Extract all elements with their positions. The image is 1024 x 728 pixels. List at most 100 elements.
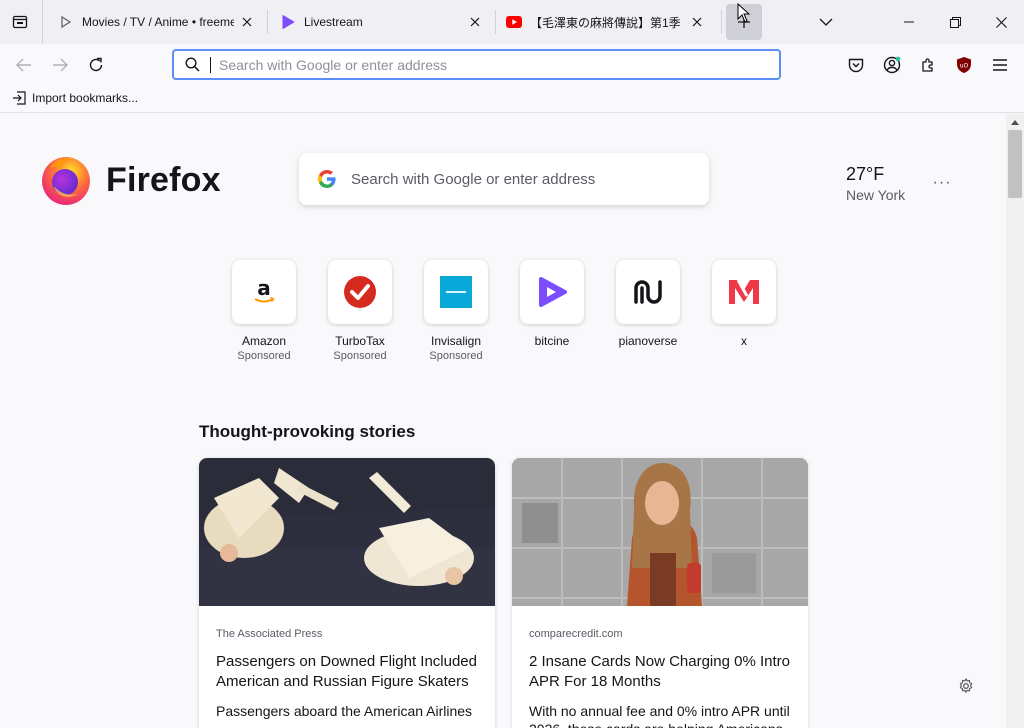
restore-icon: [949, 16, 961, 28]
shortcut-sponsored-label: Sponsored: [333, 350, 387, 362]
weather-widget[interactable]: 27°F New York: [846, 164, 905, 203]
shortcut-invisalign[interactable]: Invisalign Sponsored: [424, 260, 488, 362]
weather-temperature: 27°F: [846, 164, 885, 184]
reload-button[interactable]: [80, 49, 112, 81]
list-all-tabs-button[interactable]: [803, 0, 849, 44]
menu-button[interactable]: [984, 49, 1016, 81]
story-excerpt: Passengers aboard the American Airlines: [216, 703, 473, 719]
forward-arrow-icon: [53, 58, 68, 72]
story-excerpt: With no annual fee and 0% intro APR unti…: [529, 703, 790, 728]
close-icon[interactable]: [688, 13, 706, 31]
close-icon[interactable]: [238, 13, 256, 31]
amazon-icon: a: [254, 279, 275, 303]
shortcut-name: x: [741, 334, 747, 348]
firefox-logo-icon: [42, 157, 90, 205]
close-icon[interactable]: [466, 13, 484, 31]
shortcut-name: bitcine: [534, 334, 570, 348]
shortcut-tile[interactable]: [424, 260, 488, 324]
hamburger-icon: [993, 59, 1007, 71]
mouse-cursor-icon: [737, 3, 751, 23]
pocket-button[interactable]: [840, 49, 872, 81]
minimize-button[interactable]: [886, 0, 932, 44]
caret-up-icon: [1011, 119, 1019, 125]
search-placeholder: Search with Google or enter address: [351, 170, 596, 188]
tab-movies[interactable]: Movies / TV / Anime • freemedi: [46, 4, 264, 40]
back-arrow-icon: [16, 58, 31, 72]
tab-youtube[interactable]: 【毛澤東の麻將傳說】第1季 主: [494, 4, 714, 40]
extensions-button[interactable]: [912, 49, 944, 81]
story-source: The Associated Press: [216, 628, 323, 640]
bitcine-icon: [539, 277, 567, 307]
google-icon: [318, 170, 336, 188]
new-tab-page: Firefox Search with Google or enter addr…: [0, 114, 1006, 728]
weather-more-button[interactable]: ···: [928, 172, 956, 194]
back-button[interactable]: [8, 49, 40, 81]
shortcut-tile[interactable]: [712, 260, 776, 324]
search-icon: [174, 57, 210, 72]
puzzle-icon: [922, 58, 933, 72]
url-input[interactable]: [210, 56, 750, 73]
story-image: [199, 458, 495, 606]
scrollbar-thumb[interactable]: [1008, 130, 1022, 198]
shortcuts-grid: a Amazon Sponsored TurboTax Sponsored In…: [232, 260, 808, 362]
gear-icon: [959, 678, 973, 693]
firefox-view-button[interactable]: [4, 6, 36, 38]
story-image: [512, 458, 808, 606]
personalize-button[interactable]: [956, 676, 976, 696]
tab-strip: Movies / TV / Anime • freemedi Livestrea…: [0, 0, 1024, 44]
play-outline-icon: [58, 14, 74, 30]
forward-button[interactable]: [44, 49, 76, 81]
svg-text:a: a: [257, 279, 271, 300]
tab-label: Movies / TV / Anime • freemedi: [82, 15, 234, 29]
shortcut-tile[interactable]: a: [232, 260, 296, 324]
scroll-up-button[interactable]: [1006, 114, 1024, 130]
shortcut-sponsored-label: Sponsored: [237, 350, 291, 362]
vertical-scrollbar[interactable]: [1006, 114, 1024, 728]
newtab-search-box[interactable]: Search with Google or enter address: [299, 153, 709, 205]
pianoverse-icon: [634, 280, 662, 304]
pocket-icon: [848, 58, 864, 72]
youtube-icon: [506, 14, 522, 30]
tab-label: 【毛澤東の麻將傳說】第1季 主: [530, 15, 684, 30]
shortcut-x[interactable]: x: [712, 260, 776, 362]
import-bookmarks-label: Import bookmarks...: [32, 91, 139, 105]
brand-wordmark: Firefox: [106, 160, 221, 199]
purple-play-icon: [280, 14, 296, 30]
turbotax-icon: [344, 276, 376, 308]
close-window-button[interactable]: [978, 0, 1024, 44]
chevron-down-icon: [819, 18, 833, 26]
reload-icon: [89, 57, 103, 72]
story-card[interactable]: The Associated Press Passengers on Downe…: [199, 458, 495, 728]
shortcut-amazon[interactable]: a Amazon Sponsored: [232, 260, 296, 362]
stories-heading: Thought-provoking stories: [199, 422, 416, 441]
tab-divider: [42, 0, 43, 44]
maximize-button[interactable]: [932, 0, 978, 44]
tab-divider: [721, 10, 722, 34]
invisalign-icon: [440, 276, 472, 308]
story-headline: 2 Insane Cards Now Charging 0% Intro APR…: [529, 653, 790, 690]
shortcut-turbotax[interactable]: TurboTax Sponsored: [328, 260, 392, 362]
story-card[interactable]: comparecredit.com 2 Insane Cards Now Cha…: [512, 458, 808, 728]
account-button[interactable]: [876, 49, 908, 81]
close-icon: [995, 16, 1007, 28]
shortcut-tile[interactable]: [616, 260, 680, 324]
account-icon: [883, 56, 901, 74]
shortcut-bitcine[interactable]: bitcine: [520, 260, 584, 362]
address-bar[interactable]: [172, 49, 781, 80]
shortcut-name: Amazon: [241, 334, 287, 348]
shortcut-name: Invisalign: [430, 334, 482, 348]
navigation-toolbar: uO: [0, 44, 1024, 86]
weather-city: New York: [846, 187, 906, 203]
import-bookmarks-button[interactable]: Import bookmarks...: [12, 91, 138, 105]
tab-label: Livestream: [304, 15, 363, 29]
bookmarks-toolbar: Import bookmarks...: [0, 86, 1024, 113]
ublock-shield-icon: uO: [957, 57, 971, 73]
ublock-button[interactable]: uO: [948, 49, 980, 81]
svg-text:uO: uO: [960, 63, 969, 70]
minimize-icon: [904, 21, 914, 23]
story-source: comparecredit.com: [529, 628, 623, 640]
shortcut-tile[interactable]: [520, 260, 584, 324]
shortcut-tile[interactable]: [328, 260, 392, 324]
tab-livestream[interactable]: Livestream: [268, 4, 492, 40]
shortcut-pianoverse[interactable]: pianoverse: [616, 260, 680, 362]
